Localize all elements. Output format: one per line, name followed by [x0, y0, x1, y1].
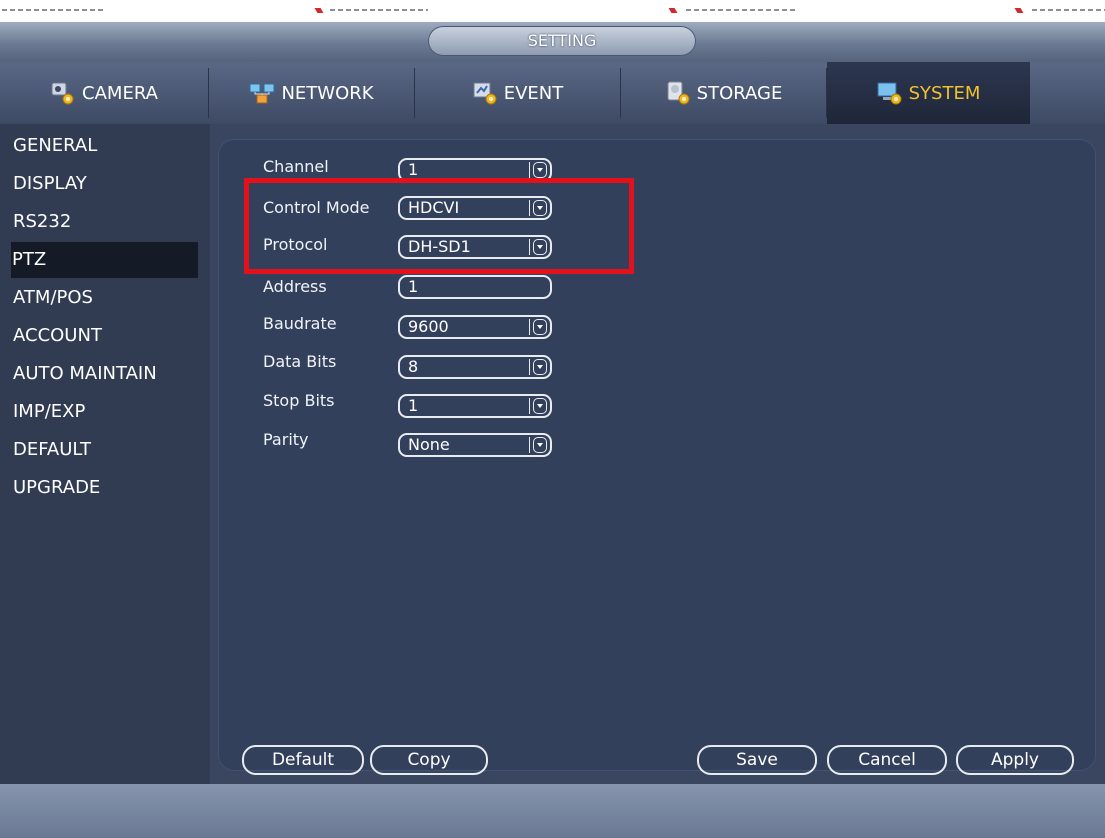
tab-label: NETWORK	[281, 82, 374, 104]
sidebar-item-label: GENERAL	[13, 135, 98, 156]
sidebar-item-upgrade[interactable]: UPGRADE	[12, 470, 200, 506]
sidebar: GENERAL DISPLAY RS232 PTZ ATM/POS ACCOUN…	[0, 124, 210, 784]
dashed-line	[686, 9, 798, 11]
tab-label: SYSTEM	[908, 82, 981, 104]
tab-network[interactable]: NETWORK	[209, 62, 414, 124]
title-bar: SETTING	[0, 22, 1105, 62]
tab-camera[interactable]: CAMERA	[0, 62, 208, 124]
tab-event[interactable]: EVENT	[415, 62, 620, 124]
sidebar-item-label: IMP/EXP	[13, 401, 86, 422]
cancel-button[interactable]: Cancel	[827, 745, 947, 775]
system-icon	[877, 80, 903, 106]
address-input[interactable]: 1	[398, 275, 552, 299]
sidebar-item-imp-exp[interactable]: IMP/EXP	[12, 394, 200, 430]
baudrate-label: Baudrate	[263, 314, 337, 333]
sidebar-item-general[interactable]: GENERAL	[12, 128, 200, 164]
sidebar-item-ptz[interactable]: PTZ	[11, 242, 198, 278]
sidebar-item-label: DISPLAY	[13, 173, 87, 194]
save-button[interactable]: Save	[697, 745, 817, 775]
data-bits-select[interactable]: 8	[398, 355, 552, 379]
address-label: Address	[263, 277, 327, 296]
sidebar-item-label: ATM/POS	[13, 287, 93, 308]
storage-icon	[665, 80, 691, 106]
dashed-line	[330, 9, 428, 11]
default-button[interactable]: Default	[242, 745, 364, 775]
event-icon	[472, 80, 498, 106]
sidebar-item-label: AUTO MAINTAIN	[13, 363, 157, 384]
stop-bits-select[interactable]: 1	[398, 394, 552, 418]
tab-system[interactable]: SYSTEM	[827, 62, 1030, 124]
sidebar-item-label: ACCOUNT	[13, 325, 102, 346]
sidebar-item-default[interactable]: DEFAULT	[12, 432, 200, 468]
copy-button[interactable]: Copy	[370, 745, 488, 775]
combo-divider	[529, 319, 530, 335]
combo-divider	[529, 359, 530, 375]
chevron-down-icon	[533, 162, 547, 178]
combo-divider	[529, 162, 530, 178]
sidebar-item-account[interactable]: ACCOUNT	[12, 318, 200, 354]
dashed-line	[2, 9, 106, 11]
sidebar-item-label: PTZ	[12, 249, 47, 270]
sidebar-item-atm-pos[interactable]: ATM/POS	[12, 280, 200, 316]
sidebar-item-label: RS232	[13, 211, 72, 232]
channel-value: 1	[408, 160, 419, 179]
combo-divider	[529, 437, 530, 453]
tab-label: STORAGE	[696, 82, 783, 104]
sidebar-item-label: DEFAULT	[13, 439, 91, 460]
dashed-line	[1032, 9, 1105, 11]
network-icon	[249, 80, 275, 106]
tab-label: EVENT	[503, 82, 564, 104]
sidebar-item-rs232[interactable]: RS232	[12, 204, 200, 240]
baudrate-select[interactable]: 9600	[398, 315, 552, 339]
stop-bits-label: Stop Bits	[263, 391, 335, 410]
chevron-down-icon	[533, 398, 547, 414]
chevron-down-icon	[533, 359, 547, 375]
baudrate-value: 9600	[408, 317, 449, 336]
red-mark	[1014, 8, 1024, 13]
channel-label: Channel	[263, 157, 329, 176]
status-bar	[0, 784, 1105, 838]
data-bits-value: 8	[408, 357, 419, 376]
parity-label: Parity	[263, 430, 309, 449]
tab-label: CAMERA	[82, 82, 158, 104]
combo-divider	[529, 398, 530, 414]
tab-bar: CAMERA NETWORK EVENT STORAGE SYSTEM	[0, 62, 1105, 124]
chevron-down-icon	[533, 437, 547, 453]
top-strip	[0, 0, 1105, 22]
stop-bits-value: 1	[408, 396, 419, 415]
data-bits-label: Data Bits	[263, 352, 337, 371]
sidebar-item-display[interactable]: DISPLAY	[12, 166, 200, 202]
camera-icon	[50, 80, 76, 106]
setting-window: SETTING CAMERA NETWORK EVENT STORAGE SYS…	[0, 22, 1105, 838]
chevron-down-icon	[533, 319, 547, 335]
sidebar-item-auto-maintain[interactable]: AUTO MAINTAIN	[12, 356, 200, 392]
highlight-box	[244, 178, 634, 274]
address-value: 1	[408, 277, 419, 296]
red-mark	[668, 8, 678, 13]
red-mark	[314, 8, 324, 13]
sidebar-item-label: UPGRADE	[13, 477, 101, 498]
tab-storage[interactable]: STORAGE	[621, 62, 826, 124]
parity-select[interactable]: None	[398, 433, 552, 457]
parity-value: None	[408, 435, 450, 454]
window-title: SETTING	[428, 26, 696, 56]
apply-button[interactable]: Apply	[956, 745, 1074, 775]
